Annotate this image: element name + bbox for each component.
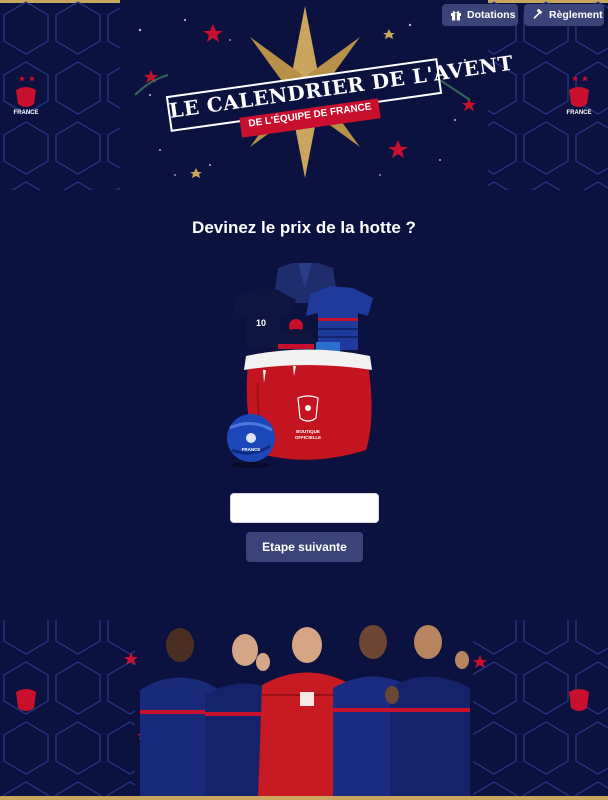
left-crest-label: FRANCE: [13, 110, 39, 116]
svg-text:OFFICIELLE: OFFICIELLE: [295, 435, 321, 440]
gift-icon: [450, 9, 462, 21]
reglement-label: Règlement: [549, 9, 603, 21]
players-banner: [0, 620, 608, 800]
product-hotte-image: 10 BOUTIQUE OFFICIELLE FRANCE: [227, 263, 373, 468]
page: LE CALENDRIER DE L'AVENT DE L'ÉQUIPE DE …: [0, 0, 608, 800]
page-question: Devinez le prix de la hotte ?: [192, 218, 416, 237]
next-step-button[interactable]: Etape suivante: [246, 532, 363, 562]
reglement-button[interactable]: Règlement: [524, 4, 604, 26]
gavel-icon: [532, 9, 544, 21]
dotations-button[interactable]: Dotations: [442, 4, 518, 26]
svg-text:BOUTIQUE: BOUTIQUE: [296, 429, 320, 434]
bottom-gold-border: [0, 796, 608, 800]
price-input[interactable]: [230, 493, 379, 523]
svg-text:10: 10: [256, 318, 266, 328]
right-crest-label: FRANCE: [566, 110, 592, 116]
dotations-label: Dotations: [467, 9, 516, 21]
svg-text:FRANCE: FRANCE: [242, 447, 261, 452]
